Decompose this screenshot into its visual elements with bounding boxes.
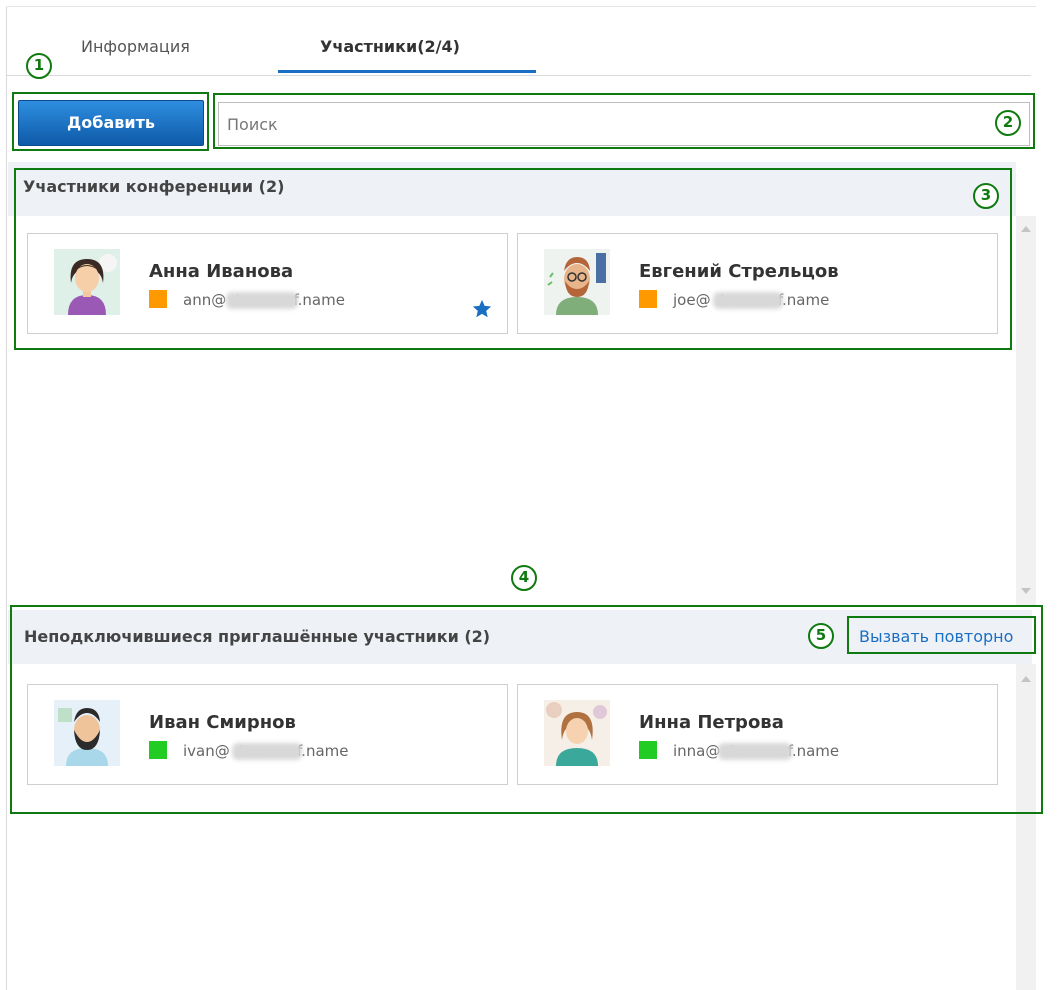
tab-participants[interactable]: Участники(2/4) (320, 37, 460, 56)
conference-scrollbar[interactable] (1016, 216, 1036, 606)
scroll-down-icon[interactable] (1019, 586, 1033, 596)
scroll-up-icon[interactable] (1019, 224, 1033, 234)
panel-border (6, 6, 7, 990)
callout-number: 1 (26, 53, 52, 79)
callout-frame (213, 93, 1035, 149)
callout-frame (14, 168, 1012, 350)
callout-frame (12, 92, 209, 151)
tab-information[interactable]: Информация (81, 37, 190, 56)
callout-number: 3 (973, 183, 999, 209)
callout-number: 5 (808, 623, 834, 649)
callout-number: 4 (511, 565, 537, 591)
participants-panel: Информация Участники(2/4) Добавить Участ… (0, 0, 1064, 990)
tab-bar: Информация Участники(2/4) (7, 7, 1031, 76)
active-tab-indicator (278, 70, 536, 73)
callout-frame (847, 616, 1036, 654)
callout-number: 2 (995, 110, 1021, 136)
